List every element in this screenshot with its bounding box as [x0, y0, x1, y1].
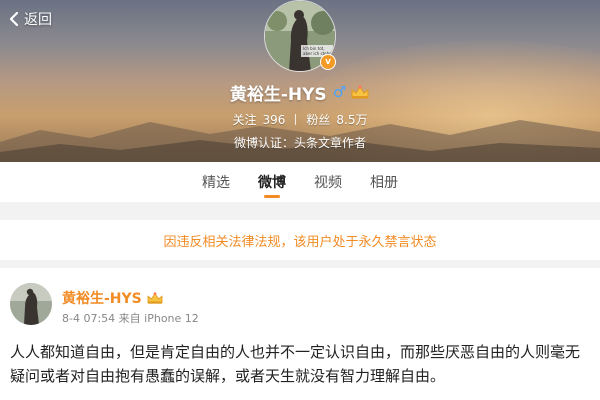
- tab-albums[interactable]: 相册: [356, 162, 412, 202]
- post-card[interactable]: 黄裕生-HYS 8-4 07:54 来自 iPhone 12 人人都知道自由，但…: [0, 268, 600, 400]
- back-label: 返回: [24, 12, 52, 28]
- tab-videos[interactable]: 视频: [300, 162, 356, 202]
- ban-notice-text: 因违反相关法律法规，该用户处于永久禁言状态: [163, 234, 437, 250]
- active-tab-indicator: [264, 195, 280, 198]
- profile-header: 返回 Ich bin tot, aber ich stehe no v 黄裕生-…: [0, 0, 600, 162]
- male-gender-icon: ♂: [332, 83, 347, 101]
- crown-icon: [147, 292, 163, 304]
- tab-featured[interactable]: 精选: [188, 162, 244, 202]
- verification-info: 微博认证：头条文章作者: [233, 136, 366, 150]
- profile-name: 黄裕生-HYS: [229, 84, 327, 105]
- profile-page: 返回 Ich bin tot, aber ich stehe no v 黄裕生-…: [0, 0, 600, 400]
- chevron-left-icon: [9, 11, 19, 27]
- post-avatar[interactable]: [10, 283, 52, 325]
- profile-avatar[interactable]: Ich bin tot, aber ich stehe no v: [264, 0, 336, 72]
- tab-label: 相册: [370, 175, 398, 191]
- followers-label: 粉丝: [306, 112, 331, 127]
- followers-count[interactable]: 粉丝 8.5万: [306, 111, 367, 128]
- post-author-name[interactable]: 黄裕生-HYS: [62, 288, 142, 308]
- following-label: 关注: [232, 112, 257, 127]
- post-avatar-image: [10, 283, 52, 325]
- post-text: 人人都知道自由，但是肯定自由的人也并不一定认识自由，而那些厌恶自由的人则毫无疑问…: [10, 343, 581, 385]
- tab-label: 视频: [314, 175, 342, 191]
- followers-value: 8.5万: [336, 112, 368, 127]
- verified-badge-icon: v: [320, 54, 336, 70]
- profile-tabs: 精选 微博 视频 相册: [0, 162, 600, 202]
- back-button[interactable]: 返回: [8, 8, 52, 30]
- tab-label: 微博: [258, 175, 286, 191]
- ban-notice: 因违反相关法律法规，该用户处于永久禁言状态: [0, 220, 600, 260]
- crown-icon: [351, 85, 369, 99]
- post-meta: 8-4 07:54 来自 iPhone 12: [62, 312, 199, 325]
- profile-stats: 关注 396 粉丝 8.5万: [0, 110, 600, 128]
- tab-label: 精选: [202, 175, 230, 191]
- post-author-row: 黄裕生-HYS: [62, 288, 164, 308]
- following-count[interactable]: 关注 396: [232, 111, 285, 128]
- stats-divider: [295, 113, 297, 125]
- tab-weibo[interactable]: 微博: [244, 162, 300, 202]
- profile-name-row: 黄裕生-HYS ♂: [0, 80, 600, 105]
- following-value: 396: [262, 112, 286, 127]
